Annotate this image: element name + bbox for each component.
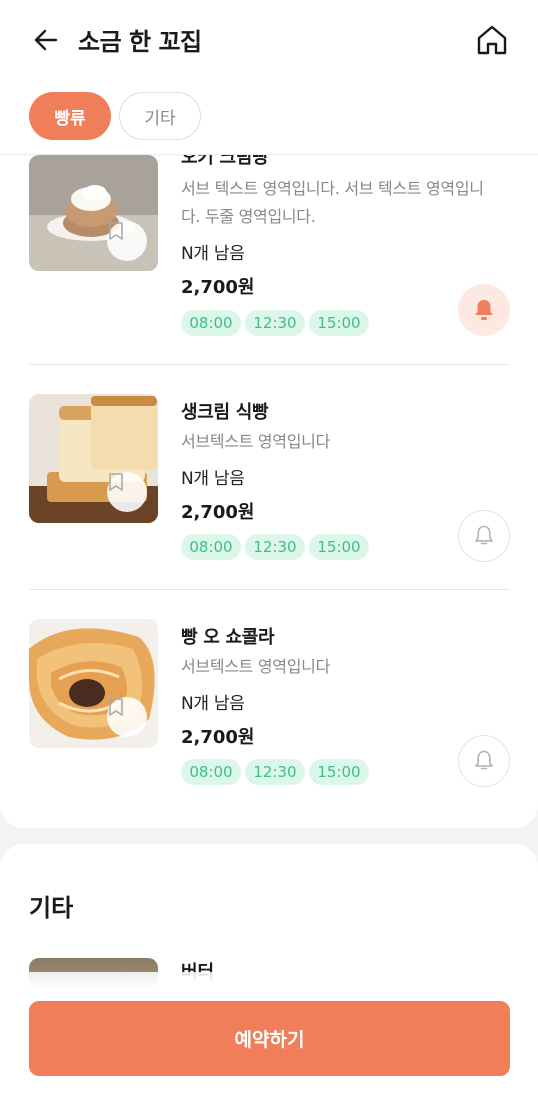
divider bbox=[29, 589, 510, 590]
time-chip[interactable]: 15:00 bbox=[309, 310, 369, 336]
product-image bbox=[29, 394, 158, 523]
pickup-times: 08:00 12:30 15:00 bbox=[181, 310, 369, 336]
list-item[interactable]: 오키 크림빵 서브 텍스트 영역입니다. 서브 텍스트 영역입니다. 두줄 영역… bbox=[0, 147, 538, 380]
time-chip[interactable]: 08:00 bbox=[181, 534, 241, 560]
list-item[interactable]: 빵 오 쇼콜라 서브텍스트 영역입니다 N개 남음 2,700원 08:00 1… bbox=[0, 619, 538, 828]
product-price: 2,700원 bbox=[181, 277, 255, 298]
bookmark-icon bbox=[109, 473, 123, 491]
time-chip[interactable]: 15:00 bbox=[309, 759, 369, 785]
notify-button[interactable] bbox=[458, 284, 510, 336]
app-header: 소금 한 꼬집 빵류 기타 bbox=[0, 0, 538, 155]
section-title: 기타 bbox=[29, 894, 74, 922]
tab-bread[interactable]: 빵류 bbox=[29, 92, 111, 140]
bell-icon bbox=[475, 300, 493, 320]
pickup-times: 08:00 12:30 15:00 bbox=[181, 759, 369, 785]
home-icon bbox=[477, 25, 507, 55]
product-price: 2,700원 bbox=[181, 502, 255, 523]
product-image bbox=[29, 155, 158, 271]
notify-button[interactable] bbox=[458, 735, 510, 787]
bell-outline-icon bbox=[475, 750, 493, 770]
time-chip[interactable]: 08:00 bbox=[181, 759, 241, 785]
reserve-button[interactable]: 예약하기 bbox=[29, 1001, 510, 1076]
bookmark-icon bbox=[109, 222, 123, 240]
product-subtext: 서브텍스트 영역입니다 bbox=[181, 432, 330, 451]
time-chip[interactable]: 12:30 bbox=[245, 310, 305, 336]
page-title: 소금 한 꼬집 bbox=[78, 28, 202, 56]
home-button[interactable] bbox=[474, 22, 510, 58]
remaining-count: N개 남음 bbox=[181, 694, 245, 714]
list-item[interactable]: 생크림 식빵 서브텍스트 영역입니다 N개 남음 2,700원 08:00 12… bbox=[0, 394, 538, 619]
product-price: 2,700원 bbox=[181, 727, 255, 748]
bookmark-icon bbox=[109, 698, 123, 716]
product-image bbox=[29, 619, 158, 748]
remaining-count: N개 남음 bbox=[181, 469, 245, 489]
bookmark-button[interactable] bbox=[107, 221, 147, 261]
tab-etc[interactable]: 기타 bbox=[119, 92, 201, 140]
pickup-times: 08:00 12:30 15:00 bbox=[181, 534, 369, 560]
divider bbox=[29, 364, 510, 365]
product-name: 빵 오 쇼콜라 bbox=[181, 627, 275, 648]
bell-outline-icon bbox=[475, 525, 493, 545]
bookmark-button[interactable] bbox=[107, 472, 147, 512]
product-subtext: 서브 텍스트 영역입니다. 서브 텍스트 영역입니다. 두줄 영역입니다. bbox=[181, 179, 484, 226]
time-chip[interactable]: 12:30 bbox=[245, 759, 305, 785]
arrow-left-icon bbox=[34, 29, 58, 51]
bookmark-button[interactable] bbox=[107, 697, 147, 737]
product-name: 생크림 식빵 bbox=[181, 402, 269, 423]
time-chip[interactable]: 12:30 bbox=[245, 534, 305, 560]
bottom-bar: 예약하기 bbox=[0, 972, 538, 1102]
time-chip[interactable]: 15:00 bbox=[309, 534, 369, 560]
product-subtext: 서브텍스트 영역입니다 bbox=[181, 657, 330, 676]
notify-button[interactable] bbox=[458, 510, 510, 562]
time-chip[interactable]: 08:00 bbox=[181, 310, 241, 336]
remaining-count: N개 남음 bbox=[181, 244, 245, 264]
back-button[interactable] bbox=[30, 24, 62, 56]
